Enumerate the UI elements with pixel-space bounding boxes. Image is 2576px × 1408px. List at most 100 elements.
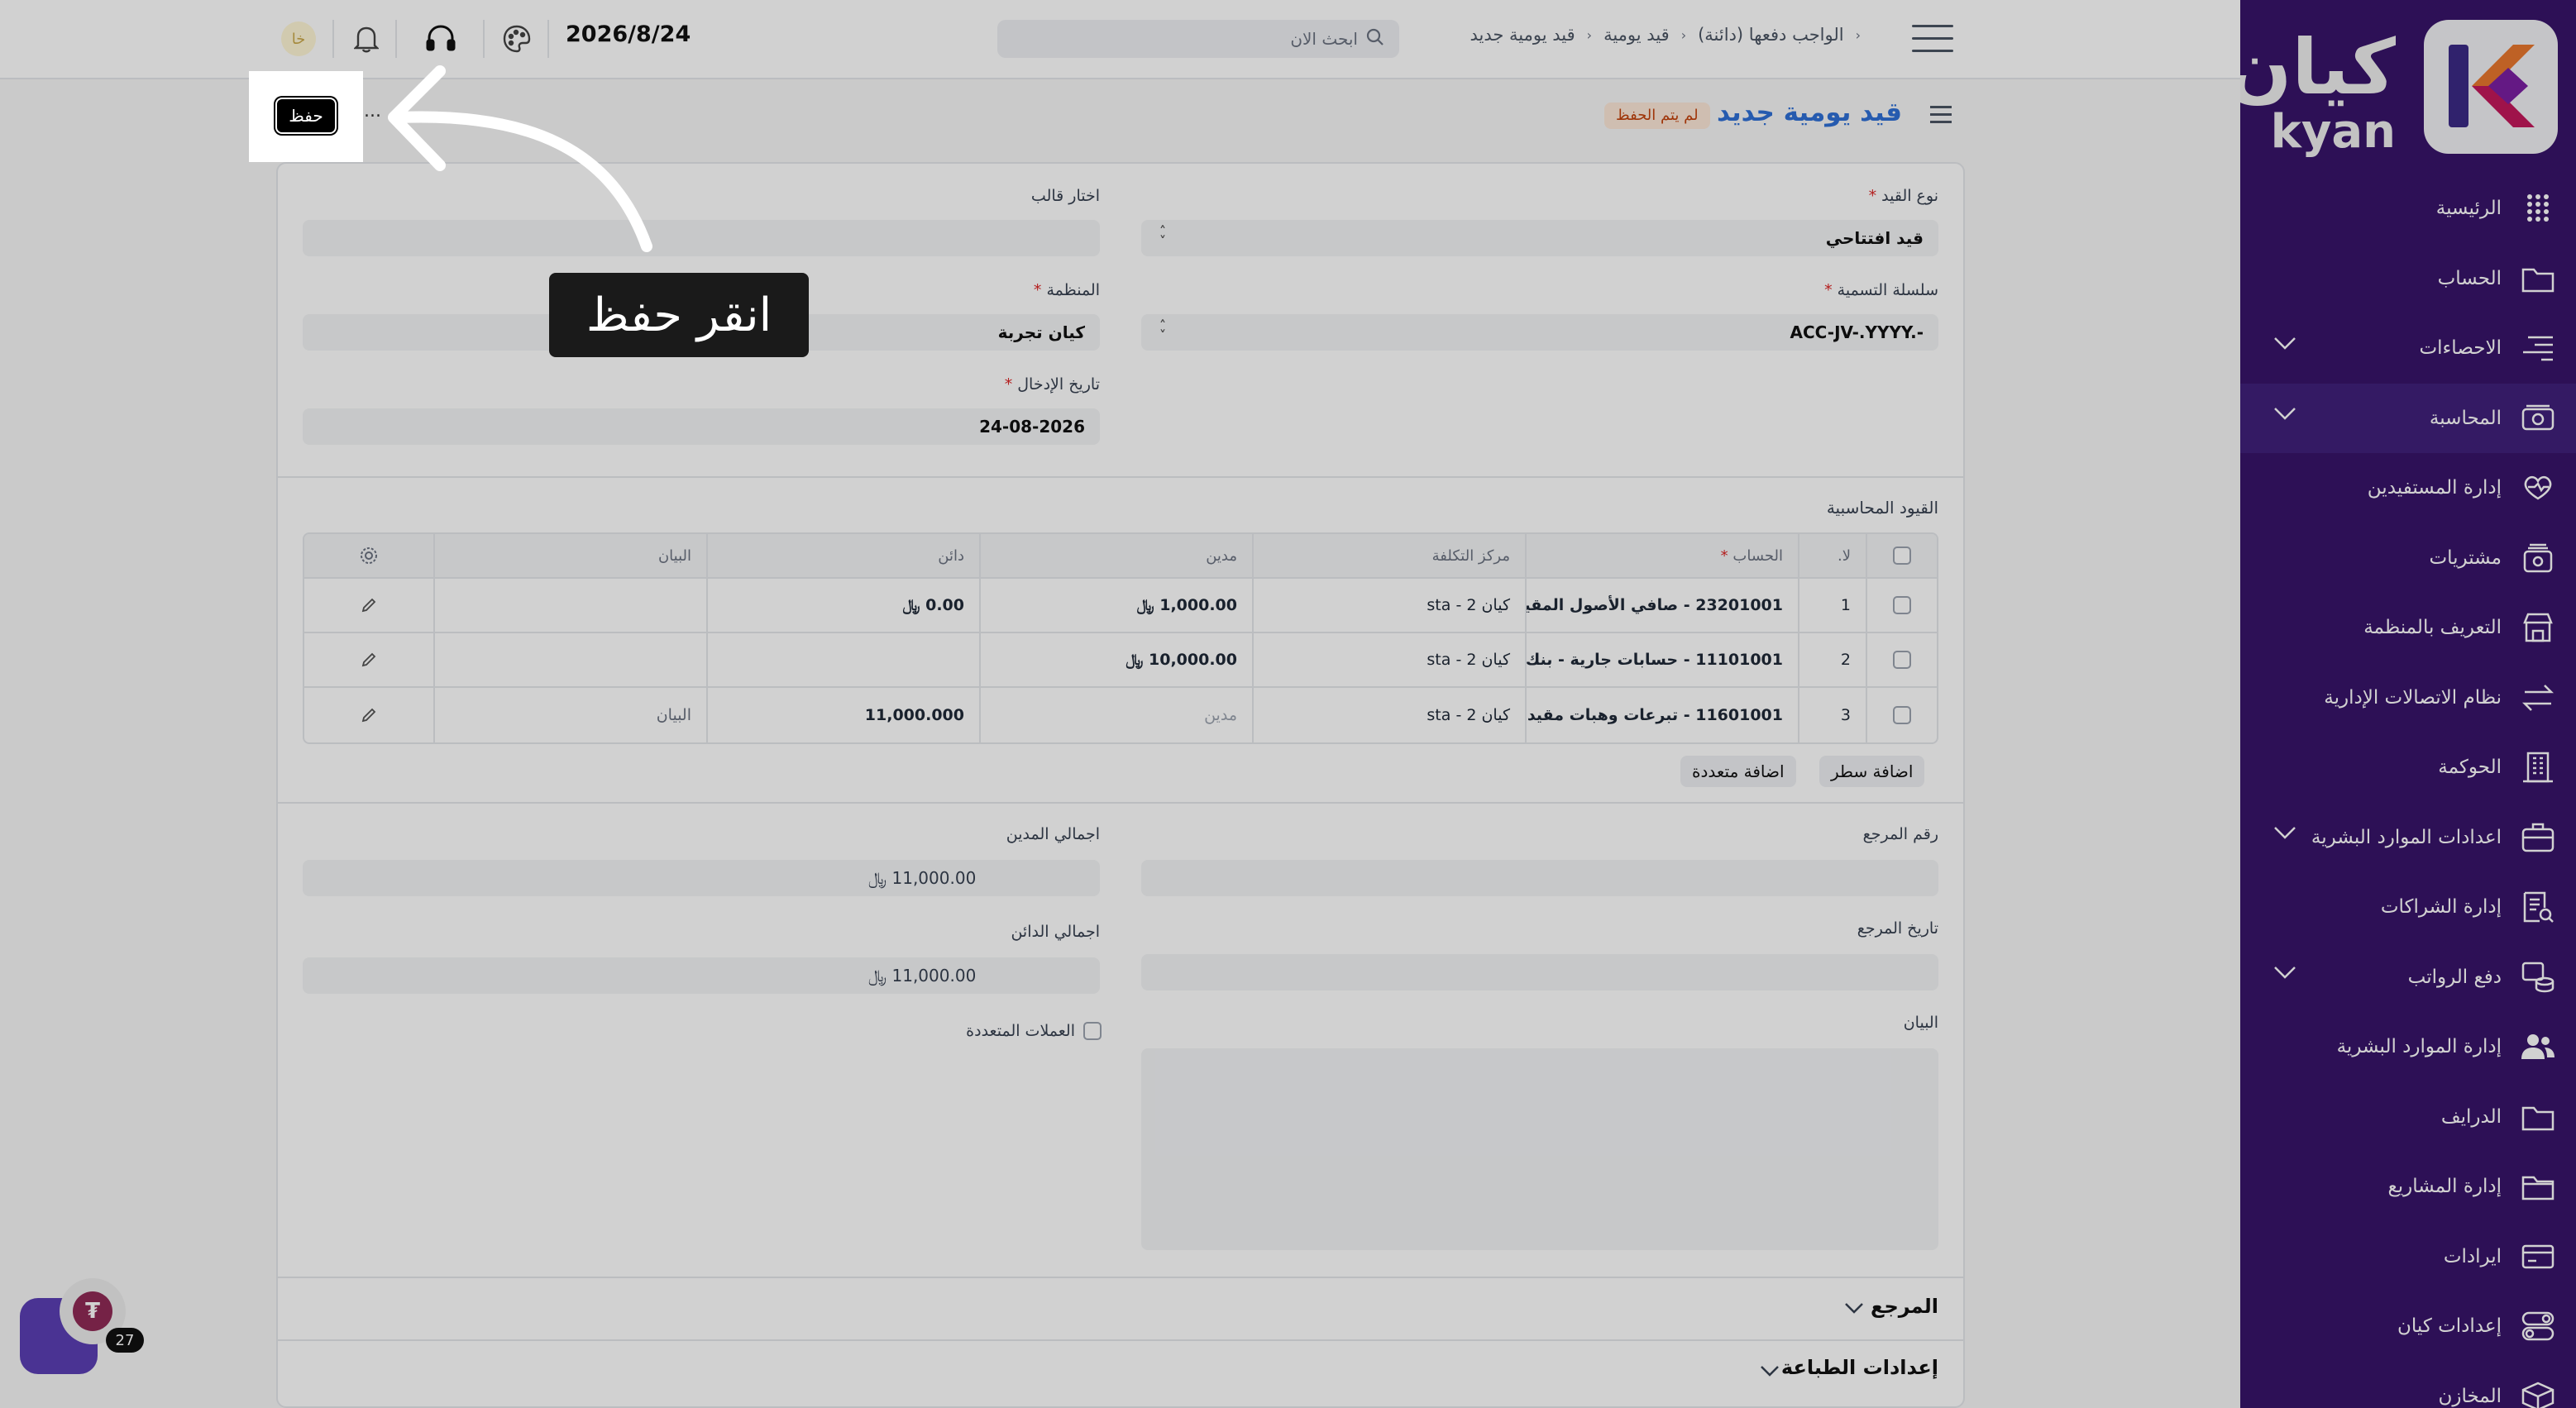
required-mark: * [1824,281,1833,299]
row-debit[interactable]: 1,000.00 ﷼ [979,579,1252,632]
sidebar-item-governance[interactable]: الحوكمة [2240,733,2576,803]
hamburger-menu-icon[interactable] [1912,25,1953,55]
sidebar-item-statistics[interactable]: الاحصاءات [2240,313,2576,384]
sidebar-item-projects[interactable]: إدارة المشاريع [2240,1152,2576,1222]
edit-row-icon[interactable] [304,633,433,686]
sidebar-item-label: الحساب [2437,267,2502,289]
edit-row-icon[interactable] [304,688,433,742]
edit-row-icon[interactable] [304,579,433,632]
save-button[interactable]: حفظ [275,98,337,134]
required-mark: * [1004,375,1013,394]
row-debit[interactable]: مدين [979,688,1252,742]
brand-logo[interactable]: كيان kyan [2240,20,2558,160]
chevron-down-icon[interactable] [2273,826,2296,842]
row-credit[interactable] [706,633,979,686]
breadcrumb-item[interactable]: الواجب دفعها (دائنة) [1698,25,1843,45]
sidebar-item-drive[interactable]: الدرايف [2240,1082,2576,1153]
row-account[interactable]: 11601001 - تبرعات وهبات مقيدة [1525,688,1798,742]
sidebar-item-account[interactable]: الحساب [2240,244,2576,314]
sidebar: كيان kyan الرئيسية الحساب الاحصاءات المح… [2240,0,2576,1408]
page-title: قيد يومية جديد [1717,98,1902,127]
page-menu-icon[interactable] [1930,106,1952,128]
sidebar-item-hr-settings[interactable]: اعدادات الموارد البشرية [2240,803,2576,873]
search-input[interactable]: ابحث الان [997,20,1399,58]
table-row[interactable]: 3 11601001 - تبرعات وهبات مقيدة كيان 2 -… [304,688,1937,742]
chevron-down-icon[interactable] [2273,966,2296,982]
checkbox[interactable] [1083,1022,1102,1040]
sidebar-item-hr-management[interactable]: إدارة الموارد البشرية [2240,1012,2576,1082]
total-credit-label: اجمالي الدائن [1011,923,1100,941]
breadcrumb: ‹ الواجب دفعها (دائنة) ‹ قيد يومية ‹ قيد… [1431,25,1862,45]
row-debit-value: 10,000.00 [1149,651,1237,669]
sidebar-item-organization-info[interactable]: التعريف بالمنظمة [2240,593,2576,663]
row-cost-center[interactable]: كيان 2 - sta [1252,633,1525,686]
column-header-account-text: الحساب [1732,546,1783,565]
users-icon [2520,1029,2556,1065]
reference-no-input[interactable] [1141,860,1938,896]
sidebar-item-purchases[interactable]: مشتريات [2240,523,2576,594]
sidebar-item-payroll[interactable]: دفع الرواتب [2240,943,2576,1013]
row-credit[interactable]: 0.00 ﷼ [706,579,979,632]
bag-icon [2520,540,2556,576]
user-avatar[interactable]: خا [281,21,316,56]
sidebar-item-kyan-settings[interactable]: إعدادات كيان [2240,1291,2576,1362]
chevron-down-icon[interactable] [2273,336,2296,353]
row-credit-value: 0.00 [925,596,964,614]
section-divider [276,1277,1965,1278]
row-number: 1 [1798,579,1866,632]
row-checkbox[interactable] [1866,688,1937,742]
add-row-button[interactable]: اضافة سطر [1819,756,1925,787]
add-multiple-button[interactable]: اضافة متعددة [1680,756,1796,787]
select-updown-icon: ˄ ˅ [1159,317,1166,343]
row-credit[interactable]: 11,000.000 [706,688,979,742]
sidebar-item-partnerships[interactable]: إدارة الشراكات [2240,872,2576,943]
column-header-debit: مدين [979,534,1252,577]
row-account[interactable]: 23201001 - صافي الأصول المقيد... [1525,579,1798,632]
sidebar-item-label: التعريف بالمنظمة [2363,617,2502,639]
row-description[interactable] [433,633,706,686]
print-settings-section-title: إعدادات الطباعة [1780,1356,1938,1379]
row-cost-center[interactable]: كيان 2 - sta [1252,688,1525,742]
tutorial-arrow-icon [388,65,652,252]
chevron-down-icon[interactable] [1760,1364,1780,1380]
posting-date-input[interactable]: 24-08-2026 [303,408,1100,445]
sidebar-item-accounting[interactable]: المحاسبة [2240,383,2576,453]
breadcrumb-item[interactable]: قيد يومية [1603,25,1670,45]
breadcrumb-separator-icon: ‹ [1586,26,1593,43]
swap-arrows-icon [2520,680,2556,716]
row-number: 2 [1798,633,1866,686]
column-header-account: الحساب * [1525,534,1798,577]
print-settings-section-toggle[interactable]: إعدادات الطباعة [1654,1356,1938,1379]
row-debit[interactable]: 10,000.00 ﷼ [979,633,1252,686]
table-settings-icon[interactable] [304,534,433,577]
sidebar-item-warehouses[interactable]: المخازن [2240,1362,2576,1408]
entry-type-value: قيد افتتاحي [1825,228,1924,248]
entry-type-select[interactable]: قيد افتتاحي ˄ ˅ [1141,220,1938,256]
sidebar-item-label: الاحصاءات [2419,337,2502,360]
remark-textarea[interactable] [1141,1048,1938,1250]
row-cost-center[interactable]: كيان 2 - sta [1252,579,1525,632]
multi-currency-checkbox[interactable]: العملات المتعددة [910,1022,1102,1040]
table-row[interactable]: 1 23201001 - صافي الأصول المقيد... كيان … [304,579,1937,633]
sidebar-item-beneficiaries[interactable]: إدارة المستفيدين [2240,453,2576,523]
sidebar-item-home[interactable]: الرئيسية [2240,174,2576,244]
kyan-logo-icon [2424,20,2558,154]
naming-series-select[interactable]: ACC-JV-.YYYY.- ˄ ˅ [1141,314,1938,351]
heart-hand-icon [2520,470,2556,506]
reference-section-toggle[interactable]: المرجع [1737,1295,1938,1318]
row-account[interactable]: 11101001 - حسابات جارية - بنك ال... [1525,633,1798,686]
chevron-down-icon[interactable] [1844,1301,1864,1317]
sidebar-item-admin-communications[interactable]: نظام الاتصالات الإدارية [2240,663,2576,733]
table-row[interactable]: 2 11101001 - حسابات جارية - بنك ال... كي… [304,633,1937,688]
select-all-checkbox[interactable] [1866,534,1937,577]
sidebar-item-revenues[interactable]: ايرادات [2240,1222,2576,1292]
row-checkbox[interactable] [1866,579,1937,632]
row-description[interactable]: البيان [433,688,706,742]
folder-icon [2520,260,2556,297]
row-checkbox[interactable] [1866,633,1937,686]
total-credit-text: 11,000.00 [891,966,977,986]
reference-date-input[interactable] [1141,954,1938,990]
sidebar-item-label: المخازن [2438,1385,2502,1407]
chevron-down-icon[interactable] [2273,407,2296,423]
row-description[interactable] [433,579,706,632]
